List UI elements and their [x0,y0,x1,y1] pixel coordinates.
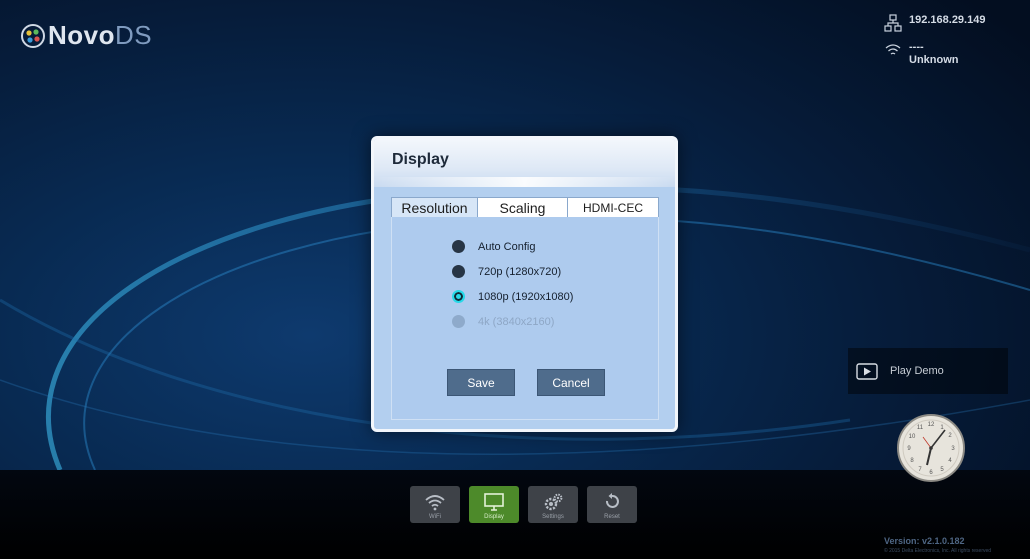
toolbar-label: Settings [542,514,564,520]
wifi-status: ---- Unknown [884,41,985,67]
radio-button-selected[interactable] [452,290,465,303]
toolbar-label: Reset [604,514,620,520]
version-text: Version: v2.1.0.182 [884,536,965,546]
option-auto-config[interactable]: Auto Config [452,239,573,254]
resolution-panel: Auto Config 720p (1280x720) 1080p (1920x… [391,217,659,420]
wifi-icon [425,495,445,511]
cancel-button[interactable]: Cancel [537,369,605,396]
monitor-icon [484,493,504,511]
toolbar-label: WiFi [429,514,441,520]
dialog-title: Display [392,151,449,168]
option-720p[interactable]: 720p (1280x720) [452,264,573,279]
wifi-icon [885,44,901,55]
logo-mark-icon [21,23,45,48]
resolution-options: Auto Config 720p (1280x720) 1080p (1920x… [452,239,573,339]
display-dialog: Display Resolution Scaling HDMI-CEC Auto… [371,136,678,432]
toolbar-label: Display [484,514,504,520]
wifi-state: Unknown [909,54,959,66]
network-status: 192.168.29.149 ---- Unknown [884,14,985,76]
tab-resolution[interactable]: Resolution [392,198,478,217]
copyright-text: © 2015 Delta Electronics, Inc. All right… [884,548,992,554]
option-label: 1080p (1920x1080) [478,290,574,303]
tab-scaling[interactable]: Scaling [478,198,568,217]
save-button[interactable]: Save [447,369,515,396]
svg-text:11: 11 [917,425,924,431]
logo-text-ds: DS [115,20,153,50]
play-demo-label: Play Demo [890,365,944,377]
analog-clock: 12 12 345 678 91011 [897,414,965,482]
tab-hdmi-cec[interactable]: HDMI-CEC [568,198,658,217]
toolbar-reset[interactable]: Reset [587,486,637,523]
play-icon [856,362,878,380]
option-label: 720p (1280x720) [478,265,562,278]
option-label: 4k (3840x2160) [478,315,555,328]
logo-text-novo: Novo [48,20,115,50]
ip-address: 192.168.29.149 [909,14,986,26]
svg-text:12: 12 [928,422,935,428]
dialog-tabs: Resolution Scaling HDMI-CEC [391,197,659,218]
radio-button[interactable] [452,265,465,278]
svg-text:10: 10 [909,434,916,440]
option-4k: 4k (3840x2160) [452,314,573,329]
toolbar-wifi[interactable]: WiFi [410,486,460,523]
radio-button-disabled [452,315,465,328]
toolbar-display[interactable]: Display [469,486,519,523]
bottom-toolbar: WiFi Display Settings Reset [410,486,646,523]
option-label: Auto Config [478,240,536,253]
app-logo: Novo DS [20,20,152,51]
play-demo-button[interactable]: Play Demo [848,348,1008,394]
toolbar-settings[interactable]: Settings [528,486,578,523]
option-1080p[interactable]: 1080p (1920x1080) [452,289,573,304]
dialog-header: Display [374,139,675,187]
radio-button[interactable] [452,240,465,253]
wifi-ssid: ---- [909,41,924,53]
gears-icon [544,493,563,511]
lan-icon [884,14,902,32]
lan-status: 192.168.29.149 [884,14,985,32]
reset-icon [606,493,619,508]
